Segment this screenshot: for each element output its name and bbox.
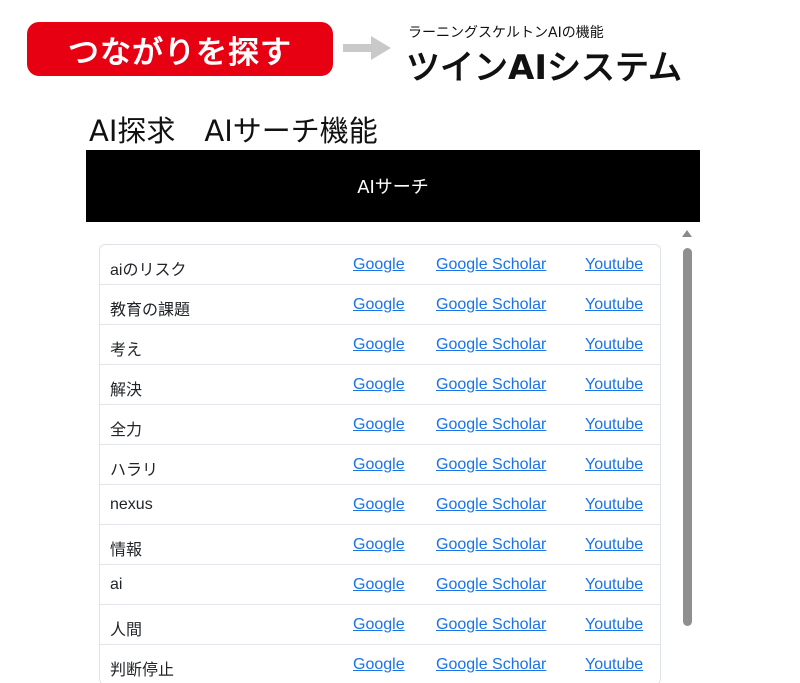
list-item: ai Google Google Scholar Youtube [100,565,660,605]
search-term: 解決 [110,382,143,399]
search-term: nexus [110,496,153,513]
search-term: 全力 [110,422,143,439]
google-scholar-link[interactable]: Google Scholar [436,496,546,514]
banner-headline: ツインAIシステム [406,48,682,88]
google-scholar-link[interactable]: Google Scholar [436,616,546,634]
list-item: 人間 Google Google Scholar Youtube [100,605,660,645]
scroll-up-arrow-icon[interactable] [682,230,692,237]
youtube-link[interactable]: Youtube [585,576,643,594]
search-term: 情報 [110,542,143,559]
youtube-link[interactable]: Youtube [585,376,643,394]
google-link[interactable]: Google [353,616,405,634]
google-link[interactable]: Google [353,536,405,554]
page-title: AI探求 AIサーチ機能 [89,114,378,148]
google-link[interactable]: Google [353,376,405,394]
list-item: 判断停止 Google Google Scholar Youtube [100,645,660,683]
scrollbar[interactable] [682,230,692,683]
google-link[interactable]: Google [353,576,405,594]
youtube-link[interactable]: Youtube [585,456,643,474]
youtube-link[interactable]: Youtube [585,296,643,314]
list-item: nexus Google Google Scholar Youtube [100,485,660,525]
search-term-list: aiのリスク Google Google Scholar Youtube 教育の課題 Go… [99,244,661,683]
google-scholar-link[interactable]: Google Scholar [436,576,546,594]
google-scholar-link[interactable]: Google Scholar [436,656,546,674]
youtube-link[interactable]: Youtube [585,616,643,634]
google-link[interactable]: Google [353,416,405,434]
google-link[interactable]: Google [353,256,405,274]
search-term: aiのリスク [110,262,187,279]
google-scholar-link[interactable]: Google Scholar [436,536,546,554]
search-term: 人間 [110,622,143,639]
list-item: 全力 Google Google Scholar Youtube [100,405,660,445]
google-link[interactable]: Google [353,496,405,514]
ai-search-panel: AIサーチ aiのリスク Google Google Scholar Youtube 教… [86,150,700,683]
google-scholar-link[interactable]: Google Scholar [436,336,546,354]
search-term: 考え [110,342,143,359]
search-term: 判断停止 [110,662,175,679]
google-link[interactable]: Google [353,456,405,474]
list-item: aiのリスク Google Google Scholar Youtube [100,245,660,285]
search-term: ai [110,576,123,593]
list-item: 情報 Google Google Scholar Youtube [100,525,660,565]
connection-search-pill: つながりを探す [27,22,333,76]
list-item: 考え Google Google Scholar Youtube [100,325,660,365]
panel-header: AIサーチ [86,150,700,222]
google-scholar-link[interactable]: Google Scholar [436,416,546,434]
google-scholar-link[interactable]: Google Scholar [436,376,546,394]
banner-subtitle: ラーニングスケルトンAIの機能 [408,25,604,41]
youtube-link[interactable]: Youtube [585,656,643,674]
scrollbar-thumb[interactable] [683,248,692,626]
google-link[interactable]: Google [353,296,405,314]
panel-header-title: AIサーチ [357,177,429,198]
youtube-link[interactable]: Youtube [585,416,643,434]
google-scholar-link[interactable]: Google Scholar [436,256,546,274]
youtube-link[interactable]: Youtube [585,336,643,354]
youtube-link[interactable]: Youtube [585,496,643,514]
google-link[interactable]: Google [353,656,405,674]
google-scholar-link[interactable]: Google Scholar [436,296,546,314]
search-term: 教育の課題 [110,302,191,319]
arrow-right-icon [343,36,391,60]
list-item: ハラリ Google Google Scholar Youtube [100,445,660,485]
list-item: 解決 Google Google Scholar Youtube [100,365,660,405]
search-term: ハラリ [110,462,159,479]
list-item: 教育の課題 Google Google Scholar Youtube [100,285,660,325]
youtube-link[interactable]: Youtube [585,256,643,274]
youtube-link[interactable]: Youtube [585,536,643,554]
google-link[interactable]: Google [353,336,405,354]
google-scholar-link[interactable]: Google Scholar [436,456,546,474]
